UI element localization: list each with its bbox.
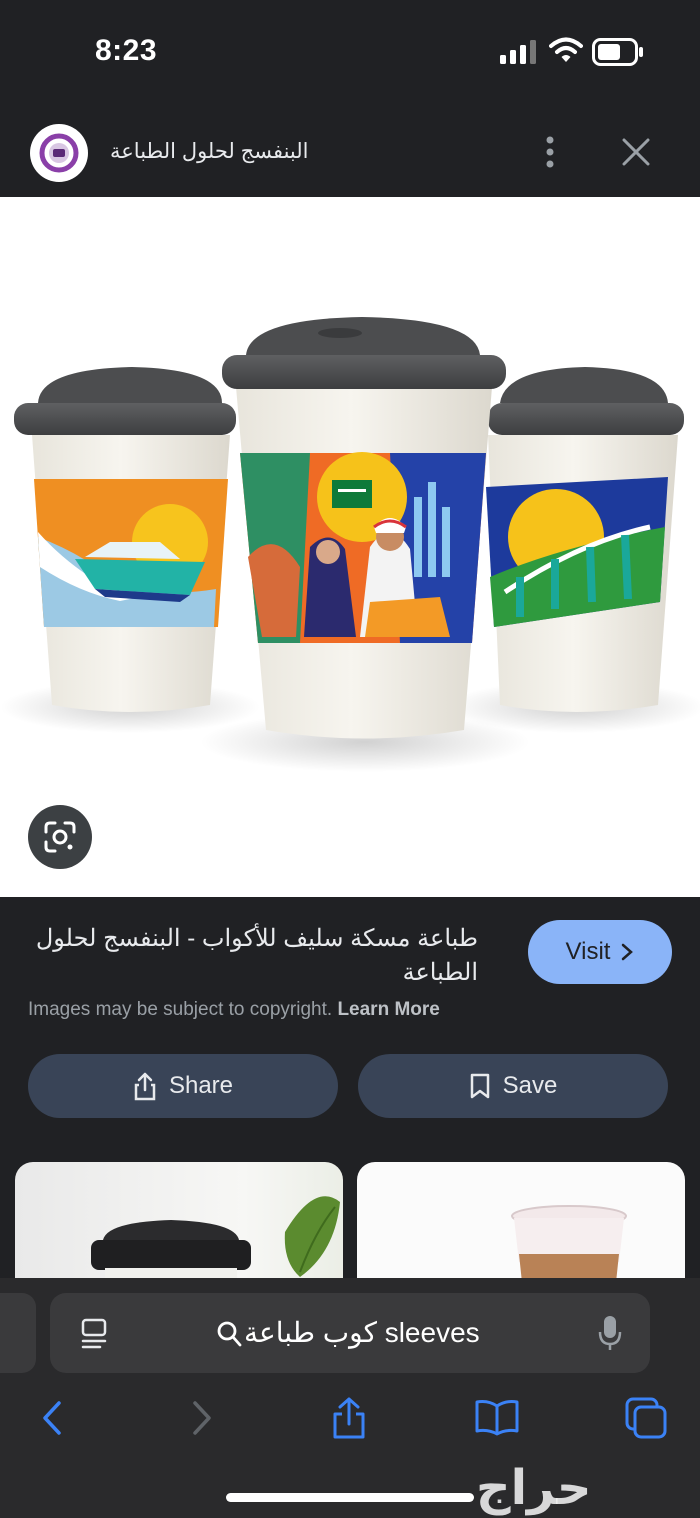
- black-lid-cup-image: [91, 1196, 340, 1292]
- copyright-text: Images may be subject to copyright.: [28, 999, 333, 1020]
- home-indicator: [226, 1493, 474, 1502]
- battery-icon: [592, 38, 643, 66]
- copyright-notice: Images may be subject to copyright. Lear…: [28, 999, 440, 1021]
- related-image-thumbnail[interactable]: [15, 1162, 343, 1292]
- chevron-right-icon: [622, 943, 634, 961]
- result-title[interactable]: طباعة مسكة سليف للأكواب - البنفسج لحلول …: [28, 922, 478, 990]
- cellular-signal-icon: [500, 40, 536, 64]
- save-button[interactable]: Save: [358, 1054, 668, 1118]
- site-logo[interactable]: [30, 124, 88, 182]
- share-label: Share: [168, 1072, 234, 1099]
- status-time: 8:23: [95, 34, 158, 67]
- google-lens-button[interactable]: [28, 805, 92, 869]
- share-button[interactable]: Share: [28, 1054, 338, 1118]
- close-icon[interactable]: [620, 136, 652, 168]
- share-tool-icon[interactable]: [330, 1396, 368, 1440]
- bookmark-icon: [470, 1073, 489, 1099]
- coffee-cups-image: [0, 317, 700, 772]
- search-icon: [217, 1321, 242, 1347]
- visit-label: Visit: [565, 938, 611, 965]
- mic-icon[interactable]: [598, 1314, 622, 1352]
- more-vert-icon[interactable]: [538, 134, 562, 172]
- forward-icon[interactable]: [190, 1400, 214, 1436]
- search-query-text[interactable]: كوب طباعة sleeves: [244, 1316, 480, 1349]
- tabs-icon[interactable]: [624, 1396, 668, 1440]
- save-label: Save: [502, 1072, 558, 1099]
- haraj-watermark: حراج: [476, 1460, 592, 1516]
- bookmarks-icon[interactable]: [474, 1398, 520, 1436]
- site-logo-icon: [39, 133, 79, 173]
- google-lens-icon: [44, 821, 76, 853]
- previous-tab-bar[interactable]: [0, 1293, 36, 1373]
- site-header: [0, 100, 700, 197]
- visit-button[interactable]: Visit: [528, 920, 672, 984]
- related-image-thumbnail[interactable]: [357, 1162, 685, 1292]
- kraft-sleeve-cup-image: [511, 1205, 627, 1292]
- wifi-icon: [549, 37, 583, 62]
- back-icon[interactable]: [40, 1400, 64, 1436]
- reader-icon[interactable]: [80, 1317, 110, 1351]
- site-name[interactable]: البنفسج لحلول الطباعة: [110, 139, 309, 164]
- result-image[interactable]: [0, 197, 700, 897]
- learn-more-link[interactable]: Learn More: [337, 999, 439, 1020]
- share-icon: [134, 1072, 156, 1101]
